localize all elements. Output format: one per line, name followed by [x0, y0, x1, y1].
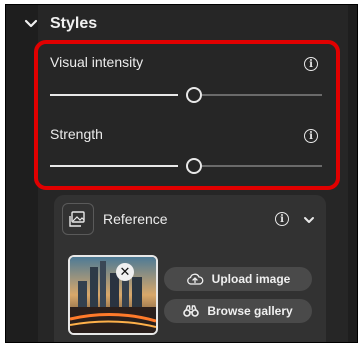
remove-reference-button[interactable]: ✕	[116, 263, 134, 281]
binoculars-icon	[183, 305, 200, 317]
upload-image-button[interactable]: Upload image	[164, 267, 312, 291]
reference-title: Reference	[103, 211, 168, 227]
image-reference-icon	[69, 211, 85, 227]
info-icon[interactable]: i	[275, 212, 289, 226]
browse-gallery-button[interactable]: Browse gallery	[164, 299, 312, 323]
reference-card: Reference i ✕ Upload image Browse galler…	[54, 195, 326, 342]
strength-label: Strength	[50, 126, 103, 142]
chevron-down-icon	[24, 19, 38, 28]
info-icon[interactable]: i	[304, 129, 318, 143]
visual-intensity-label: Visual intensity	[50, 54, 144, 70]
slider-track-fill	[50, 165, 178, 167]
styles-title: Styles	[50, 15, 98, 32]
browse-gallery-label: Browse gallery	[207, 304, 293, 318]
slider-track	[202, 165, 322, 167]
reference-image-icon	[62, 203, 94, 235]
slider-track	[202, 94, 322, 96]
styles-controls-highlight: Visual intensity i Strength i	[34, 40, 340, 190]
slider-track-fill	[50, 94, 178, 96]
chevron-down-icon[interactable]	[303, 214, 315, 226]
slider-thumb[interactable]	[186, 87, 202, 103]
reference-thumbnail[interactable]	[68, 255, 158, 335]
slider-thumb[interactable]	[186, 158, 202, 174]
strength-slider[interactable]	[50, 158, 322, 174]
styles-section-header[interactable]: Styles	[24, 15, 97, 33]
visual-intensity-slider[interactable]	[50, 87, 322, 103]
city-image	[70, 257, 156, 333]
info-icon[interactable]: i	[304, 57, 318, 71]
app-frame: Styles Visual intensity i Strength i Ref…	[5, 4, 358, 343]
cloud-upload-icon	[186, 273, 204, 285]
upload-image-label: Upload image	[211, 272, 291, 286]
